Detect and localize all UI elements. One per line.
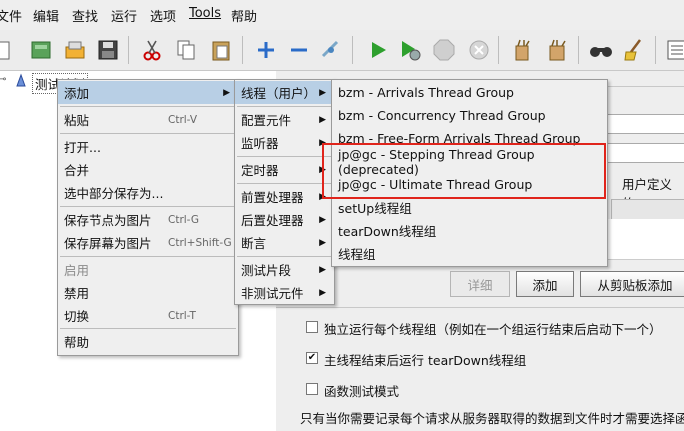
add-from-clipboard-button[interactable]: 从剪贴板添加	[580, 271, 684, 297]
add-submenu: 线程（用户） ▶ 配置元件 ▶ 监听器 ▶ 定时器 ▶ 前置处理器 ▶ 后置处理器 ▶ 断言…	[234, 79, 335, 305]
run-groups-consecutively-checkbox[interactable]	[306, 321, 318, 333]
clear-all-icon[interactable]	[542, 35, 572, 65]
menu-merge[interactable]: 合并	[58, 158, 238, 181]
search-icon[interactable]	[586, 35, 616, 65]
test-plan-icon	[14, 73, 28, 90]
context-menu: 添加 ▶ 粘贴 Ctrl-V 打开... 合并 选中部分保存为... 保存节点为图片…	[57, 79, 239, 356]
menu-run[interactable]: 运行	[111, 6, 137, 25]
menu-help[interactable]: 帮助	[231, 6, 257, 25]
templates-icon[interactable]	[26, 35, 56, 65]
thread-group[interactable]: 线程组	[332, 242, 607, 265]
menubar: 文件 编辑 查找 运行 选项 Tools 帮助	[0, 0, 684, 30]
submenu-listener[interactable]: 监听器 ▶	[235, 131, 334, 154]
menu-options[interactable]: 选项	[150, 6, 176, 25]
menu-save-screen-as-image[interactable]: 保存屏幕为图片 Ctrl+Shift-G	[58, 231, 238, 254]
menu-add[interactable]: 添加 ▶	[58, 81, 238, 104]
submenu-non-test-element[interactable]: 非测试元件 ▶	[235, 281, 334, 304]
tree-expand-handle[interactable]: ⊸	[0, 74, 6, 85]
menu-tools[interactable]: Tools	[189, 6, 221, 21]
submenu-threads[interactable]: 线程（用户） ▶	[235, 81, 334, 104]
expand-icon[interactable]	[251, 35, 281, 65]
teardown-after-shutdown-checkbox[interactable]: ✔	[306, 352, 318, 364]
bzm-arrivals-thread-group[interactable]: bzm - Arrivals Thread Group	[332, 81, 607, 104]
copy-icon[interactable]	[171, 35, 201, 65]
submenu-timer[interactable]: 定时器 ▶	[235, 158, 334, 181]
menu-save-selection-as[interactable]: 选中部分保存为...	[58, 181, 238, 204]
collapse-icon[interactable]	[284, 35, 314, 65]
shutdown-icon[interactable]	[464, 35, 494, 65]
menu-open[interactable]: 打开...	[58, 135, 238, 158]
submenu-pre-processor[interactable]: 前置处理器 ▶	[235, 185, 334, 208]
open-icon[interactable]	[60, 35, 90, 65]
new-icon[interactable]	[0, 35, 16, 65]
functional-test-mode-checkbox[interactable]	[306, 383, 318, 395]
highlight-box	[322, 143, 606, 199]
save-icon[interactable]	[93, 35, 123, 65]
toggle-icon[interactable]	[316, 35, 346, 65]
menu-file[interactable]: 文件	[0, 6, 22, 25]
cut-icon[interactable]	[137, 35, 167, 65]
menu-disable[interactable]: 禁用	[58, 281, 238, 304]
menu-help-item[interactable]: 帮助	[58, 330, 238, 353]
run-groups-consecutively-label: 独立运行每个线程组（例如在一个组运行结束后启动下一个）	[324, 322, 662, 337]
submenu-assertion[interactable]: 断言 ▶	[235, 231, 334, 254]
function-helper-icon[interactable]	[662, 35, 684, 65]
menu-paste[interactable]: 粘贴 Ctrl-V	[58, 108, 238, 131]
reset-search-icon[interactable]	[619, 35, 649, 65]
submenu-config-element[interactable]: 配置元件 ▶	[235, 108, 334, 131]
menu-toggle[interactable]: 切换 Ctrl-T	[58, 304, 238, 327]
paste-icon[interactable]	[206, 35, 236, 65]
functional-mode-hint: 只有当你需要记录每个请求从服务器取得的数据到文件时才需要选择函数	[300, 411, 684, 426]
stop-icon[interactable]	[429, 35, 459, 65]
menu-edit[interactable]: 编辑	[33, 6, 59, 25]
teardown-thread-group[interactable]: tearDown线程组	[332, 219, 607, 242]
start-icon[interactable]	[363, 35, 393, 65]
menu-search[interactable]: 查找	[72, 6, 98, 25]
clear-icon[interactable]	[507, 35, 537, 65]
teardown-after-shutdown-label: 主线程结束后运行 tearDown线程组	[324, 353, 527, 368]
setup-thread-group[interactable]: setUp线程组	[332, 196, 607, 219]
bzm-concurrency-thread-group[interactable]: bzm - Concurrency Thread Group	[332, 104, 607, 127]
menu-enable[interactable]: 启用	[58, 258, 238, 281]
submenu-test-fragment[interactable]: 测试片段 ▶	[235, 258, 334, 281]
start-no-pauses-icon[interactable]	[395, 35, 425, 65]
menu-save-node-as-image[interactable]: 保存节点为图片 Ctrl-G	[58, 208, 238, 231]
detail-button[interactable]: 详细	[450, 271, 510, 297]
add-row-button[interactable]: 添加	[516, 271, 574, 297]
submenu-post-processor[interactable]: 后置处理器 ▶	[235, 208, 334, 231]
functional-test-mode-label: 函数测试模式	[324, 384, 400, 399]
toolbar	[0, 30, 684, 71]
